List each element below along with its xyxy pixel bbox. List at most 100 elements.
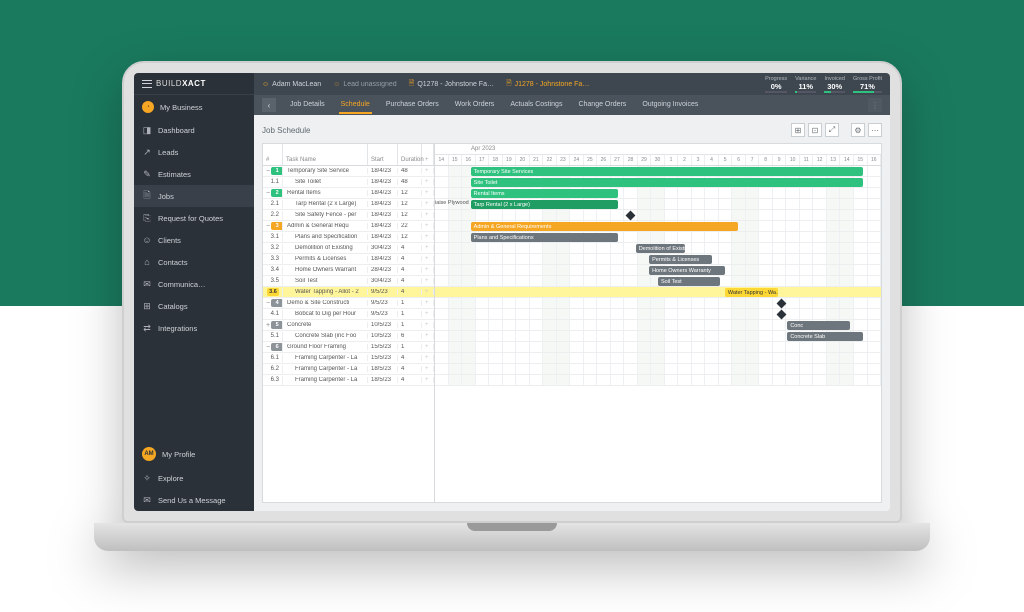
add-task-icon[interactable]: + [422, 212, 434, 218]
gantt-bar[interactable]: Concrete Slab [787, 332, 863, 341]
gantt-bar[interactable]: Site Toilet [471, 178, 863, 187]
gantt-row[interactable] [435, 364, 881, 375]
add-task-icon[interactable]: + [422, 190, 434, 196]
gantt-bar[interactable]: Temporary Site Services [471, 167, 863, 176]
gantt-row[interactable]: Permits & Licenses [435, 254, 881, 265]
breadcrumb-item[interactable]: ☺Adam MacLean [262, 79, 321, 90]
gantt-row[interactable]: Home Owners Warranty [435, 265, 881, 276]
sidebar-item-estimates[interactable]: ✎Estimates [134, 163, 254, 185]
gantt-row[interactable]: Plans and Specifications [435, 232, 881, 243]
add-task-icon[interactable]: + [422, 179, 434, 185]
tab-outgoing-invoices[interactable]: Outgoing Invoices [640, 97, 700, 114]
zoom-button[interactable]: ⊡ [808, 123, 822, 137]
expand-toggle[interactable]: + [266, 321, 270, 330]
fit-button[interactable]: ⊞ [791, 123, 805, 137]
col-add-header[interactable]: + [422, 144, 434, 165]
milestone-marker[interactable] [777, 299, 787, 309]
gantt-bar[interactable]: Plans and Specifications [471, 233, 618, 242]
send-message[interactable]: ✉ Send Us a Message [134, 489, 254, 511]
tab-purchase-orders[interactable]: Purchase Orders [384, 97, 441, 114]
more-button[interactable]: ⋯ [868, 123, 882, 137]
gantt-row[interactable]: Soil Test [435, 276, 881, 287]
tab-actuals-costings[interactable]: Actuals Costings [508, 97, 564, 114]
task-row[interactable]: −4 Demo & Site Constructi 9/5/23 1 + [263, 298, 434, 309]
task-row[interactable]: −6 Ground Floor Framing 15/5/23 1 + [263, 342, 434, 353]
add-task-icon[interactable]: + [422, 201, 434, 207]
milestone-marker[interactable] [777, 310, 787, 320]
tab-schedule[interactable]: Schedule [339, 97, 372, 114]
gantt-row[interactable]: Demolition of Existing [435, 243, 881, 254]
task-row[interactable]: 3.1 Plans and Specification 18/4/23 12 + [263, 232, 434, 243]
expand-toggle[interactable]: − [266, 343, 270, 352]
add-task-icon[interactable]: + [422, 377, 434, 383]
settings-button[interactable]: ⚙ [851, 123, 865, 137]
add-task-icon[interactable]: + [422, 289, 434, 295]
my-profile[interactable]: AM My Profile [134, 441, 254, 467]
col-name-header[interactable]: Task Name [283, 144, 368, 165]
add-task-icon[interactable]: + [422, 311, 434, 317]
add-task-icon[interactable]: + [422, 168, 434, 174]
gantt-row[interactable]: Concrete Slab [435, 331, 881, 342]
task-row[interactable]: +5 Concrete 10/5/23 1 + [263, 320, 434, 331]
gantt-row[interactable] [435, 342, 881, 353]
task-row[interactable]: −3 Admin & General Requ 18/4/23 22 + [263, 221, 434, 232]
task-row[interactable]: 3.6 Water Tapping - Allot - 2 9/5/23 4 + [263, 287, 434, 298]
gantt-bar[interactable]: Water Tapping - Wa… [725, 288, 779, 297]
gantt-row[interactable]: Tarp Rental (2 x Large)Liaise Plywood [435, 199, 881, 210]
gantt-bar[interactable]: Soil Test [658, 277, 720, 286]
sidebar-item-communica-[interactable]: ✉Communica… [134, 273, 254, 295]
add-task-icon[interactable]: + [422, 322, 434, 328]
sidebar-item-dashboard[interactable]: ◨Dashboard [134, 119, 254, 141]
add-task-icon[interactable]: + [422, 223, 434, 229]
expand-toggle[interactable]: − [266, 189, 270, 198]
gantt-row[interactable]: Temporary Site Services [435, 166, 881, 177]
task-row[interactable]: 2.1 Tarp Rental (2 x Large) 18/4/23 12 + [263, 199, 434, 210]
add-task-icon[interactable]: + [422, 300, 434, 306]
expand-button[interactable]: ⤢ [825, 123, 839, 137]
task-row[interactable]: 1.1 Site Toilet 18/4/23 48 + [263, 177, 434, 188]
my-business[interactable]: ◔ My Business [134, 95, 254, 119]
hamburger-icon[interactable] [142, 80, 152, 88]
gantt-bar[interactable]: Conc [787, 321, 849, 330]
task-row[interactable]: 3.4 Home Owners Warrant 28/4/23 4 + [263, 265, 434, 276]
col-num-header[interactable]: # [263, 144, 283, 165]
task-row[interactable]: 3.3 Permits & Licenses 18/4/23 4 + [263, 254, 434, 265]
gantt-bar[interactable]: Tarp Rental (2 x Large) [471, 200, 618, 209]
gantt-bar[interactable]: Admin & General Requirements [471, 222, 739, 231]
col-dur-header[interactable]: Duration [398, 144, 422, 165]
add-task-icon[interactable]: + [422, 245, 434, 251]
breadcrumb-item[interactable]: 🗎J1278 - Johnstone Fa… [506, 79, 589, 90]
sidebar-item-clients[interactable]: ☺Clients [134, 229, 254, 251]
task-row[interactable]: 3.5 Soil Test 30/4/23 4 + [263, 276, 434, 287]
sidebar-item-integrations[interactable]: ⇄Integrations [134, 317, 254, 339]
add-task-icon[interactable]: + [422, 256, 434, 262]
add-task-icon[interactable]: + [422, 344, 434, 350]
expand-toggle[interactable]: − [266, 167, 270, 176]
gantt-row[interactable]: Rental Items [435, 188, 881, 199]
gantt-row[interactable]: Admin & General Requirements [435, 221, 881, 232]
task-row[interactable]: 5.1 Concrete Slab (inc Foo 10/5/23 6 + [263, 331, 434, 342]
gantt-row[interactable] [435, 375, 881, 386]
add-task-icon[interactable]: + [422, 234, 434, 240]
tab-job-details[interactable]: Job Details [288, 97, 327, 114]
add-task-icon[interactable]: + [422, 355, 434, 361]
task-row[interactable]: −2 Rental Items 18/4/23 12 + [263, 188, 434, 199]
gantt-bar[interactable]: Home Owners Warranty [649, 266, 725, 275]
add-task-icon[interactable]: + [422, 267, 434, 273]
gantt-bar[interactable]: Rental Items [471, 189, 618, 198]
gantt-row[interactable] [435, 298, 881, 309]
sidebar-item-leads[interactable]: ↗Leads [134, 141, 254, 163]
breadcrumb-item[interactable]: 🗎Q1278 - Johnstone Fa… [409, 79, 494, 90]
task-row[interactable]: 6.3 Framing Carpenter - La 18/5/23 4 + [263, 375, 434, 386]
gantt-bar[interactable]: Demolition of Existing [636, 244, 685, 253]
gantt-row[interactable]: Site Toilet [435, 177, 881, 188]
gantt-row[interactable]: Water Tapping - Wa… [435, 287, 881, 298]
task-row[interactable]: 6.2 Framing Carpenter - La 18/5/23 4 + [263, 364, 434, 375]
col-start-header[interactable]: Start [368, 144, 398, 165]
expand-toggle[interactable]: − [266, 222, 270, 231]
explore[interactable]: ✧ Explore [134, 467, 254, 489]
tab-change-orders[interactable]: Change Orders [576, 97, 628, 114]
breadcrumb-item[interactable]: ☺Lead unassigned [333, 79, 396, 90]
gantt-row[interactable] [435, 353, 881, 364]
task-row[interactable]: 3.2 Demolition of Existing 30/4/23 4 + [263, 243, 434, 254]
